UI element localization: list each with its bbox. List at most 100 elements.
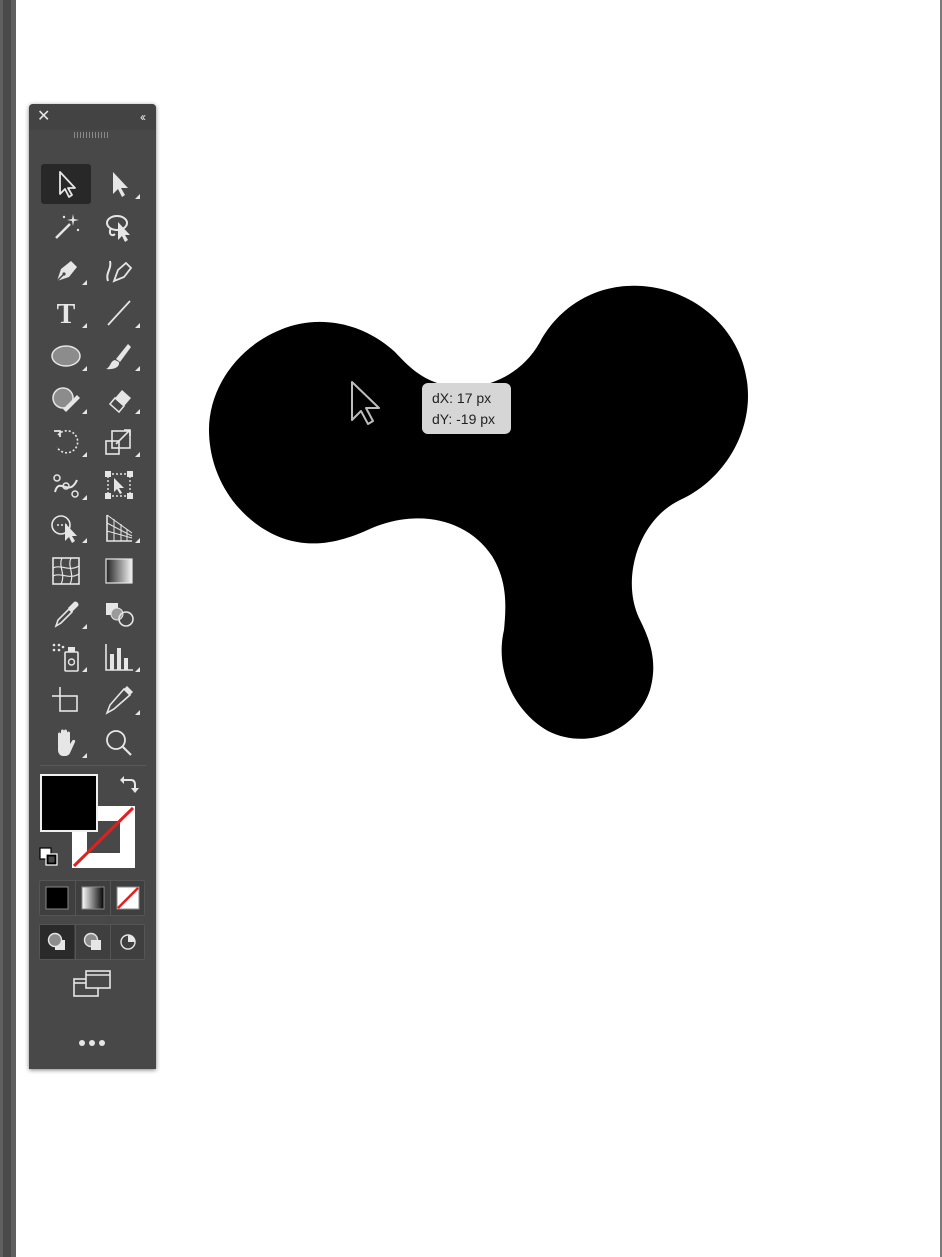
flyout-indicator: [82, 667, 87, 672]
type-tool[interactable]: T: [41, 293, 91, 333]
flyout-indicator: [82, 280, 87, 285]
tools-panel: ✕ ‹‹ T: [29, 104, 156, 1069]
magic-wand-tool[interactable]: [41, 207, 91, 247]
shaper-icon: [52, 387, 80, 412]
artboard-icon: [52, 687, 78, 712]
flyout-indicator: [82, 366, 87, 371]
free-transform-tool[interactable]: [94, 465, 144, 505]
flyout-indicator: [82, 409, 87, 414]
draw-inside-button[interactable]: [110, 925, 145, 959]
flyout-indicator: [82, 452, 87, 457]
swap-fill-stroke-icon[interactable]: [118, 774, 140, 796]
slice-icon: [105, 686, 133, 715]
column-graph-icon: [105, 644, 133, 671]
panel-separator: [40, 765, 146, 766]
flyout-indicator: [135, 710, 140, 715]
curvature-tool[interactable]: [94, 250, 144, 290]
eyedropper-tool[interactable]: [41, 594, 91, 634]
shape-builder-icon: [51, 515, 77, 543]
color-mode-button[interactable]: [40, 881, 74, 915]
flyout-indicator: [82, 495, 87, 500]
ellipse-tool[interactable]: [41, 336, 91, 376]
flyout-indicator: [82, 753, 87, 758]
scale-icon: [105, 429, 131, 455]
hand-tool[interactable]: [41, 723, 91, 763]
line-segment-tool[interactable]: [94, 293, 144, 333]
brush-icon: [106, 344, 131, 370]
symbol-sprayer-icon: [52, 643, 79, 672]
lasso-icon: [106, 215, 130, 242]
symbol-sprayer-tool[interactable]: [41, 637, 91, 677]
change-screen-mode-icon[interactable]: [71, 968, 115, 1002]
flyout-indicator: [135, 452, 140, 457]
panel-drag-grip[interactable]: [74, 132, 110, 138]
draw-inside-icon: [120, 934, 136, 950]
selection-tool[interactable]: [41, 164, 91, 204]
gradient-icon: [105, 558, 133, 584]
pen-tool[interactable]: [41, 250, 91, 290]
edit-toolbar-more-icon[interactable]: [67, 1032, 117, 1054]
color-mode-row: [39, 880, 145, 916]
blend-icon: [106, 603, 134, 627]
shaper-tool[interactable]: [41, 379, 91, 419]
perspective-grid-tool[interactable]: [94, 508, 144, 548]
column-graph-tool[interactable]: [94, 637, 144, 677]
ellipse-icon: [51, 345, 81, 367]
direct-selection-tool[interactable]: [94, 164, 144, 204]
svg-text:T: T: [57, 299, 76, 330]
artboard-tool[interactable]: [41, 680, 91, 720]
rotate-icon: [54, 429, 79, 454]
paintbrush-tool[interactable]: [94, 336, 144, 376]
move-distance-tooltip: dX: 17 px dY: -19 px: [422, 383, 511, 434]
draw-normal-icon: [47, 932, 65, 950]
perspective-grid-icon: [106, 514, 133, 542]
puppet-warp-icon: [53, 474, 79, 498]
none-swatch-icon: [116, 886, 140, 910]
gradient-swatch-icon: [81, 886, 105, 910]
flyout-indicator: [135, 538, 140, 543]
flyout-indicator: [135, 409, 140, 414]
flyout-indicator: [82, 538, 87, 543]
flyout-indicator: [82, 323, 87, 328]
none-mode-button[interactable]: [110, 881, 145, 915]
lasso-tool[interactable]: [94, 207, 144, 247]
scale-tool[interactable]: [94, 422, 144, 462]
tooltip-dy: dY: -19 px: [432, 411, 496, 427]
zoom-tool[interactable]: [94, 723, 144, 763]
fill-color-swatch[interactable]: [40, 774, 98, 832]
panel-header: ✕ ‹‹: [29, 104, 156, 130]
arrow-outline-icon: [59, 171, 76, 198]
eraser-tool[interactable]: [94, 379, 144, 419]
zoom-icon: [106, 730, 132, 756]
draw-behind-icon: [83, 932, 101, 950]
draw-normal-button[interactable]: [40, 925, 74, 959]
flyout-indicator: [135, 194, 140, 199]
line-icon: [107, 300, 131, 326]
selection-cursor-icon: [351, 381, 380, 425]
blob-shape[interactable]: [208, 285, 749, 739]
collapse-panel-button[interactable]: ‹‹: [140, 108, 146, 126]
eyedropper-icon: [54, 601, 79, 628]
blend-tool[interactable]: [94, 594, 144, 634]
slice-tool[interactable]: [94, 680, 144, 720]
shape-builder-tool[interactable]: [41, 508, 91, 548]
curvature-icon: [106, 260, 133, 283]
gradient-mode-button[interactable]: [75, 881, 110, 915]
default-fill-stroke-icon[interactable]: [38, 846, 60, 868]
rotate-tool[interactable]: [41, 422, 91, 462]
mesh-tool[interactable]: [41, 551, 91, 591]
puppet-warp-tool[interactable]: [41, 465, 91, 505]
draw-behind-button[interactable]: [75, 925, 110, 959]
arrow-filled-icon: [113, 172, 128, 197]
close-panel-button[interactable]: ✕: [37, 107, 50, 127]
eraser-icon: [108, 390, 131, 414]
tooltip-dx: dX: 17 px: [432, 390, 492, 406]
solid-color-icon: [45, 886, 69, 910]
drawing-mode-row: [39, 924, 145, 960]
free-transform-icon: [105, 471, 133, 499]
gradient-tool[interactable]: [94, 551, 144, 591]
pen-icon: [56, 261, 77, 282]
magic-wand-icon: [55, 214, 80, 239]
flyout-indicator: [82, 624, 87, 629]
flyout-indicator: [135, 323, 140, 328]
